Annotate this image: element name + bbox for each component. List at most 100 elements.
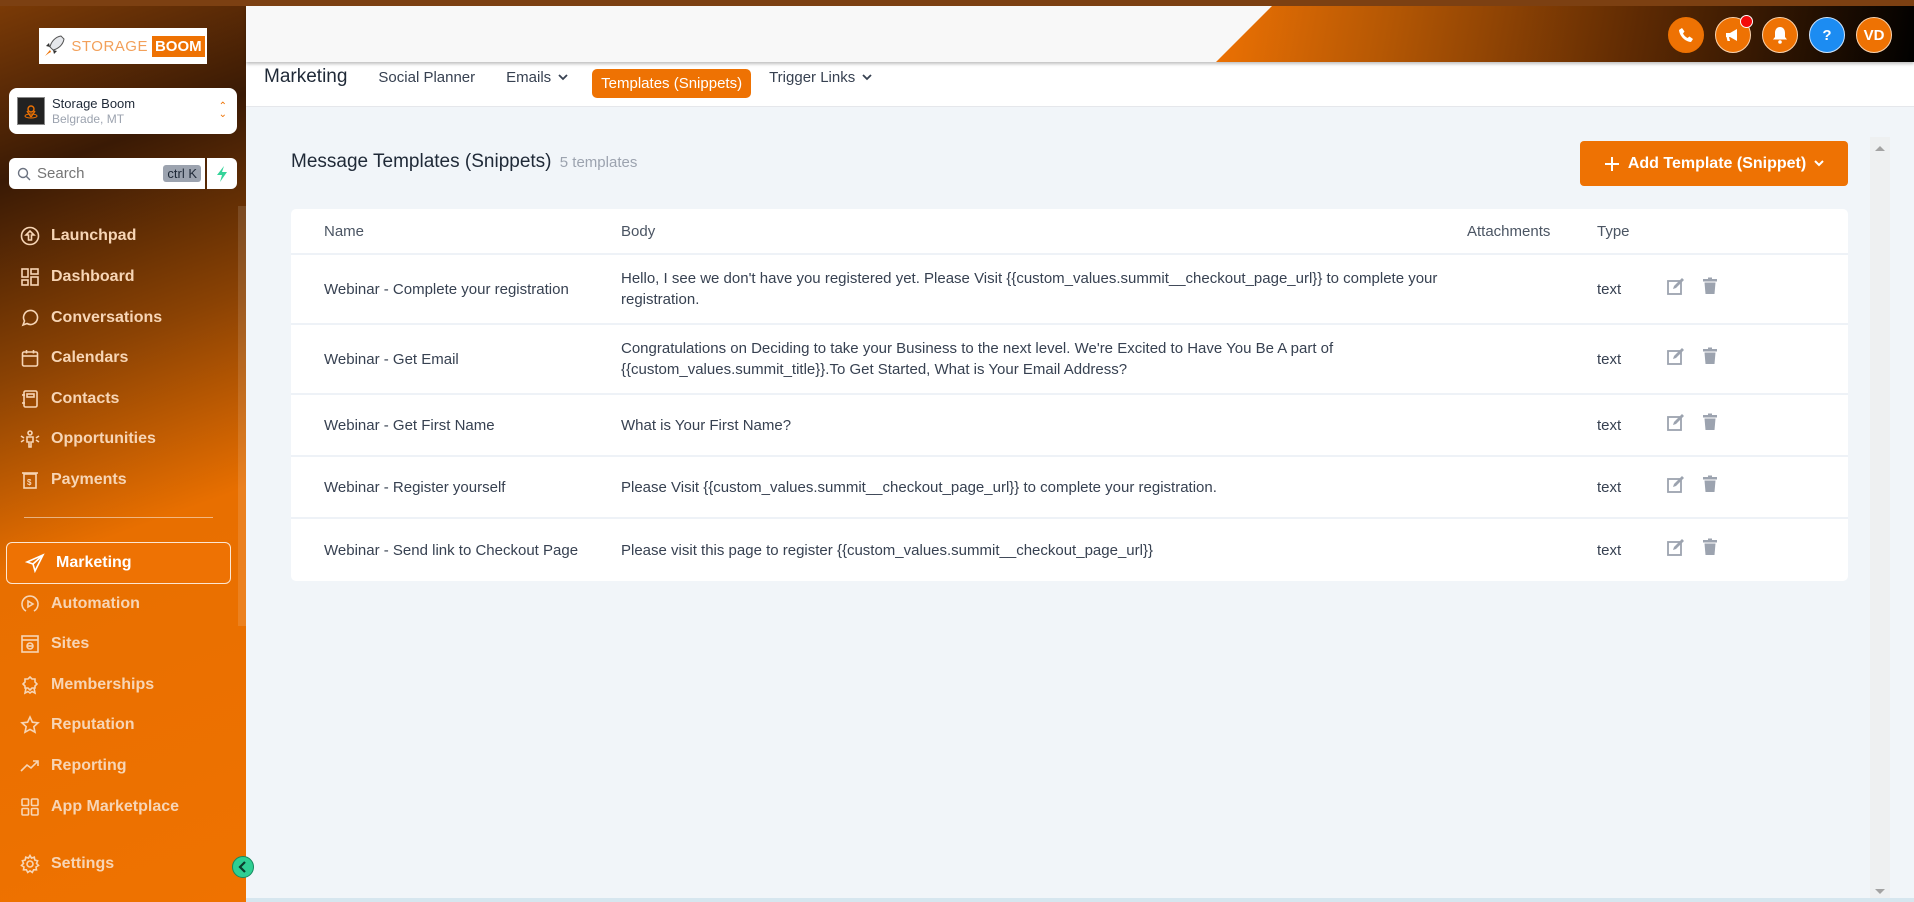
table-header: Name Body Attachments Type xyxy=(291,209,1848,255)
table-row[interactable]: Webinar - Complete your registration Hel… xyxy=(291,255,1848,325)
page-title-text: Message Templates (Snippets) xyxy=(291,151,552,172)
tab-templates-snippets[interactable]: Templates (Snippets) xyxy=(592,68,752,98)
notifications-button[interactable] xyxy=(1762,17,1798,53)
delete-icon[interactable] xyxy=(1701,475,1719,493)
chevron-left-icon xyxy=(238,861,246,873)
collapse-sidebar-button[interactable] xyxy=(232,856,254,878)
rocket-icon xyxy=(45,35,65,56)
award-icon xyxy=(21,675,39,695)
chat-bubble-icon xyxy=(21,309,39,327)
template-name: Webinar - Get First Name xyxy=(324,416,495,434)
apps-grid-icon xyxy=(21,798,39,816)
sidebar-item-opportunities[interactable]: Opportunities xyxy=(20,424,156,454)
sidebar-item-reporting[interactable]: Reporting xyxy=(20,751,127,781)
top-header: ? VD xyxy=(246,6,1914,62)
table-row[interactable]: Webinar - Register yourself Please Visit… xyxy=(291,457,1848,519)
delete-icon[interactable] xyxy=(1701,277,1719,295)
website-icon xyxy=(21,635,39,653)
brand-logo[interactable]: STORAGE BOOM xyxy=(39,28,207,64)
sidebar-item-conversations[interactable]: Conversations xyxy=(20,303,162,333)
sidebar-item-memberships[interactable]: Memberships xyxy=(20,670,154,700)
sidebar-item-automation[interactable]: Automation xyxy=(20,589,140,619)
add-template-button[interactable]: Add Template (Snippet) xyxy=(1580,141,1848,186)
chevron-up-down-icon: ⌃ ⌄ xyxy=(218,101,227,120)
column-header-name[interactable]: Name xyxy=(291,223,621,240)
tab-label: Social Planner xyxy=(378,68,476,86)
sidebar-scrollbar[interactable] xyxy=(238,206,246,626)
notification-dot xyxy=(1740,15,1753,28)
sidebar-item-label: App Marketplace xyxy=(51,798,180,815)
edit-icon[interactable] xyxy=(1667,475,1685,493)
sidebar-item-marketing[interactable]: Marketing xyxy=(6,542,231,584)
location-switcher[interactable]: Storage Boom Belgrade, MT ⌃ ⌄ xyxy=(9,88,237,134)
search-input[interactable] xyxy=(37,165,147,182)
table-row[interactable]: Webinar - Get First Name What is Your Fi… xyxy=(291,395,1848,457)
tab-emails[interactable]: Emails xyxy=(506,69,568,86)
table-row[interactable]: Webinar - Get Email Congratulations on D… xyxy=(291,325,1848,395)
edit-icon[interactable] xyxy=(1667,277,1685,295)
template-count: 5 templates xyxy=(559,154,638,171)
sidebar-item-launchpad[interactable]: Launchpad xyxy=(20,221,136,251)
receipt-dollar-icon: $ xyxy=(22,472,38,489)
scroll-up-arrow-icon[interactable] xyxy=(1875,146,1885,151)
search-shortcut: ctrl K xyxy=(163,165,201,182)
delete-icon[interactable] xyxy=(1701,413,1719,431)
avatar-initials: VD xyxy=(1863,26,1885,44)
column-header-body: Body xyxy=(621,222,656,240)
sidebar-item-settings[interactable]: Settings xyxy=(20,849,114,879)
tab-social-planner[interactable]: Social Planner xyxy=(378,69,475,86)
template-type: text xyxy=(1597,541,1622,559)
sidebar-item-calendars[interactable]: Calendars xyxy=(20,343,128,373)
sidebar-item-label: Calendars xyxy=(51,349,129,366)
template-type: text xyxy=(1597,350,1622,368)
scroll-down-arrow-icon[interactable] xyxy=(1875,889,1885,894)
send-icon xyxy=(25,553,45,573)
sidebar-item-payments[interactable]: $ Payments xyxy=(20,465,127,495)
template-type: text xyxy=(1597,416,1622,434)
search-box[interactable]: ctrl K xyxy=(9,158,205,189)
help-button[interactable]: ? xyxy=(1809,17,1845,53)
megaphone-icon xyxy=(1726,29,1737,41)
content-scrollbar[interactable] xyxy=(1870,137,1890,902)
sidebar-item-sites[interactable]: Sites xyxy=(20,629,89,659)
sidebar-item-label: Reporting xyxy=(51,757,127,774)
tab-trigger-links[interactable]: Trigger Links xyxy=(769,69,872,86)
sidebar-item-reputation[interactable]: Reputation xyxy=(20,710,135,740)
template-body: What is Your First Name? xyxy=(621,416,792,434)
sidebar-item-label: Conversations xyxy=(51,309,163,326)
edit-icon[interactable] xyxy=(1667,538,1685,556)
template-name: Webinar - Complete your registration xyxy=(324,280,569,298)
quick-actions-button[interactable] xyxy=(207,158,237,189)
page-title: Message Templates (Snippets) 5 templates xyxy=(291,151,637,173)
plus-icon xyxy=(1604,156,1619,171)
delete-icon[interactable] xyxy=(1701,347,1719,365)
marketing-subnav: Marketing Social Planner Emails Template… xyxy=(246,62,1914,107)
user-avatar[interactable]: VD xyxy=(1856,17,1892,53)
sidebar-item-label: Launchpad xyxy=(51,227,137,244)
help-icon: ? xyxy=(1822,26,1832,44)
bell-icon xyxy=(1773,27,1787,44)
horizontal-scrollbar[interactable] xyxy=(246,898,1914,902)
column-header-attachments: Attachments xyxy=(1467,222,1551,240)
search-icon xyxy=(17,167,31,180)
sidebar-item-dashboard[interactable]: Dashboard xyxy=(20,262,135,292)
sidebar-item-contacts[interactable]: Contacts xyxy=(20,384,119,414)
template-type: text xyxy=(1597,280,1622,298)
play-circle-icon xyxy=(21,595,39,612)
sidebar-item-label: Dashboard xyxy=(51,268,135,285)
delete-icon[interactable] xyxy=(1701,538,1719,556)
edit-icon[interactable] xyxy=(1667,413,1685,431)
phone-button[interactable] xyxy=(1668,17,1704,53)
sidebar-divider xyxy=(24,517,213,518)
template-name: Webinar - Register yourself xyxy=(324,478,506,496)
chevron-down-icon xyxy=(558,73,568,80)
announcements-button[interactable] xyxy=(1715,15,1753,53)
edit-icon[interactable] xyxy=(1667,347,1685,365)
rocket-circle-icon xyxy=(20,226,40,246)
sidebar-item-label: Marketing xyxy=(56,554,132,571)
sidebar-item-label: Payments xyxy=(51,471,127,488)
opportunities-icon xyxy=(20,430,40,448)
sidebar-item-label: Sites xyxy=(51,635,90,652)
table-row[interactable]: Webinar - Send link to Checkout Page Ple… xyxy=(291,519,1848,581)
sidebar-item-app-marketplace[interactable]: App Marketplace xyxy=(20,792,179,822)
